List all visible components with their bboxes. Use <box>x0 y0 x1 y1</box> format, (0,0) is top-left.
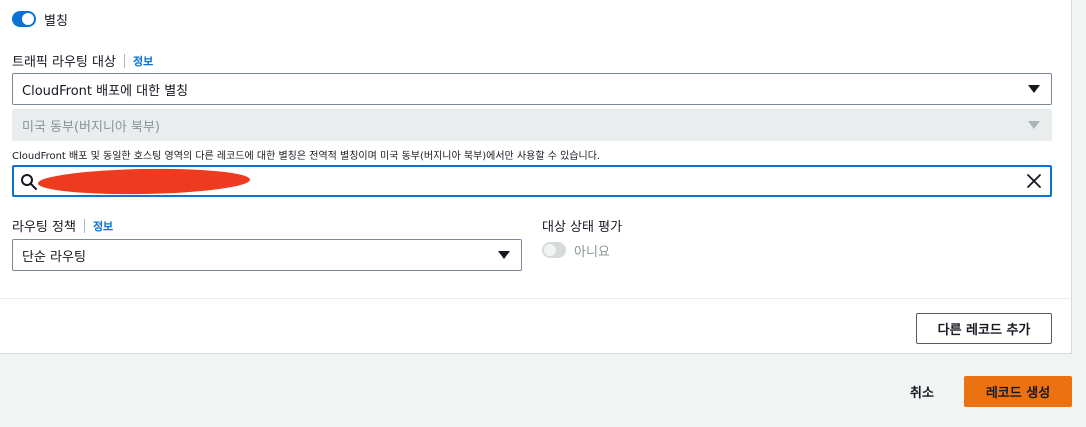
alias-toggle-label: 별칭 <box>44 13 68 29</box>
caret-down-icon <box>498 251 510 259</box>
health-check-label: 대상 상태 평가 <box>542 220 623 235</box>
label-separator <box>123 53 125 68</box>
routing-target-info-link[interactable]: 정보 <box>133 53 153 69</box>
search-icon <box>21 174 37 190</box>
health-check-label-row: 대상 상태 평가 <box>542 216 622 235</box>
routing-target-type-value: CloudFront 배포에 대한 별칭 <box>22 83 189 99</box>
alias-toggle[interactable] <box>12 11 36 27</box>
record-form-panel: 별칭 트래픽 라우팅 대상 정보 CloudFront 배포에 대한 별칭 미국… <box>0 0 1072 354</box>
endpoint-search-input[interactable] <box>12 165 1052 197</box>
routing-policy-select[interactable]: 단순 라우팅 <box>12 239 522 271</box>
health-check-toggle <box>542 242 566 258</box>
routing-policy-info-link[interactable]: 정보 <box>93 218 113 234</box>
routing-policy-value: 단순 라우팅 <box>22 249 86 265</box>
region-value: 미국 동부(버지니아 북부) <box>22 119 161 135</box>
cancel-button[interactable]: 취소 <box>896 376 948 407</box>
region-select: 미국 동부(버지니아 북부) <box>12 109 1052 141</box>
close-icon[interactable] <box>1026 173 1042 189</box>
redaction-mark <box>37 167 251 196</box>
label-separator <box>83 218 85 233</box>
routing-target-label: 트래픽 라우팅 대상 <box>12 55 116 70</box>
routing-policy-label-row: 라우팅 정책 정보 <box>12 216 113 235</box>
routing-policy-label: 라우팅 정책 <box>12 220 76 235</box>
health-check-toggle-row: 아니요 <box>542 240 610 260</box>
health-check-toggle-label: 아니요 <box>574 244 610 260</box>
section-divider <box>0 298 1072 299</box>
routing-target-type-select[interactable]: CloudFront 배포에 대한 별칭 <box>12 73 1052 105</box>
caret-down-icon <box>1028 85 1040 93</box>
routing-target-description: CloudFront 배포 및 동일한 호스팅 영역의 다른 레코드에 대한 별… <box>12 151 601 162</box>
panel-edge <box>1072 0 1086 354</box>
create-records-button[interactable]: 레코드 생성 <box>964 376 1072 407</box>
alias-toggle-row: 별칭 <box>12 9 68 29</box>
add-record-button[interactable]: 다른 레코드 추가 <box>916 313 1052 344</box>
routing-target-label-row: 트래픽 라우팅 대상 정보 <box>12 51 153 70</box>
caret-down-icon <box>1028 121 1040 129</box>
